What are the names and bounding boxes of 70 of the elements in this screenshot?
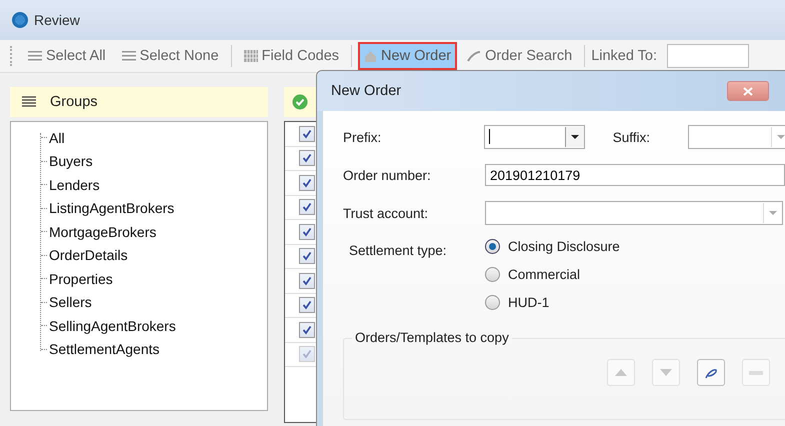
- tree-item[interactable]: Sellers: [49, 294, 92, 310]
- tree-item[interactable]: Lenders: [49, 176, 100, 193]
- edit-button[interactable]: [697, 359, 725, 386]
- check-icon: [302, 153, 312, 164]
- radio-button[interactable]: [485, 239, 500, 254]
- caret-icon: [570, 135, 579, 139]
- tree-item[interactable]: MortgageBrokers: [49, 224, 156, 240]
- tree-item[interactable]: Buyers: [49, 153, 93, 170]
- check-icon: [302, 128, 312, 139]
- check-icon: [302, 324, 312, 335]
- field-label: Trust account:: [343, 206, 430, 220]
- tree-item[interactable]: Properties: [49, 270, 113, 287]
- checkbox[interactable]: [299, 248, 315, 264]
- window-title: Review: [34, 12, 80, 28]
- house-icon: [364, 50, 378, 62]
- prefix-dropdown[interactable]: [484, 125, 585, 149]
- toolbar-button[interactable]: Order Search: [461, 42, 578, 70]
- close-icon: [743, 86, 753, 96]
- grid-icon: [244, 50, 258, 62]
- tree-item[interactable]: OrderDetails: [49, 247, 128, 264]
- radio-button[interactable]: [485, 267, 500, 282]
- toolbar-button[interactable]: New Order: [358, 42, 458, 70]
- list-icon: [28, 50, 42, 62]
- checkbox[interactable]: [299, 150, 315, 166]
- toolbar-button[interactable]: Select None: [116, 42, 225, 70]
- triangle-down-icon: [660, 369, 672, 376]
- radio-button[interactable]: [485, 295, 500, 310]
- app-logo-icon: [12, 12, 28, 28]
- groups-title: Groups: [50, 94, 98, 110]
- check-icon: [302, 226, 312, 237]
- radio-label[interactable]: HUD-1: [508, 295, 550, 310]
- radio-label[interactable]: Closing Disclosure: [508, 239, 620, 254]
- list-icon: [22, 96, 36, 108]
- caret-icon: [777, 135, 785, 139]
- field-label: Order number:: [343, 168, 432, 182]
- tree-item[interactable]: ListingAgentBrokers: [49, 200, 174, 216]
- check-icon: [302, 178, 312, 188]
- check-icon: [302, 202, 312, 212]
- checkbox[interactable]: [299, 224, 315, 240]
- linked-to-field[interactable]: [667, 44, 750, 68]
- checkbox[interactable]: [299, 174, 315, 191]
- checkbox[interactable]: [299, 199, 315, 216]
- check-icon: [302, 276, 312, 286]
- checkbox[interactable]: [299, 297, 315, 314]
- order-number-field[interactable]: 201901210179: [485, 164, 785, 186]
- pen-icon: [704, 366, 718, 378]
- pen-icon: [467, 50, 482, 62]
- triangle-up-icon: [615, 369, 627, 376]
- toolbar-button[interactable]: Select All: [22, 42, 112, 70]
- tree-item[interactable]: SettlementAgents: [49, 341, 160, 358]
- linked-to-label: Linked To:: [591, 48, 658, 64]
- tree-item[interactable]: All: [49, 130, 65, 146]
- field-label: Suffix:: [612, 130, 651, 144]
- dialog-title: New Order: [331, 83, 402, 99]
- check-circle-icon: [292, 94, 308, 110]
- field-label: Prefix:: [343, 130, 382, 144]
- radio-label[interactable]: Commercial: [508, 267, 580, 282]
- close-button[interactable]: [727, 81, 769, 101]
- group-box-title: Orders/Templates to copy: [352, 330, 512, 345]
- checkbox[interactable]: [299, 126, 315, 142]
- caret-icon: [769, 211, 777, 215]
- toolbar-button[interactable]: Field Codes: [238, 42, 346, 70]
- check-icon: [302, 251, 312, 262]
- check-icon: [302, 349, 312, 360]
- check-icon: [302, 300, 312, 310]
- tree-item[interactable]: SellingAgentBrokers: [49, 318, 176, 334]
- list-icon: [122, 50, 136, 62]
- field-label: Settlement type:: [348, 242, 448, 260]
- checkbox[interactable]: [299, 322, 315, 338]
- checkbox[interactable]: [299, 272, 315, 289]
